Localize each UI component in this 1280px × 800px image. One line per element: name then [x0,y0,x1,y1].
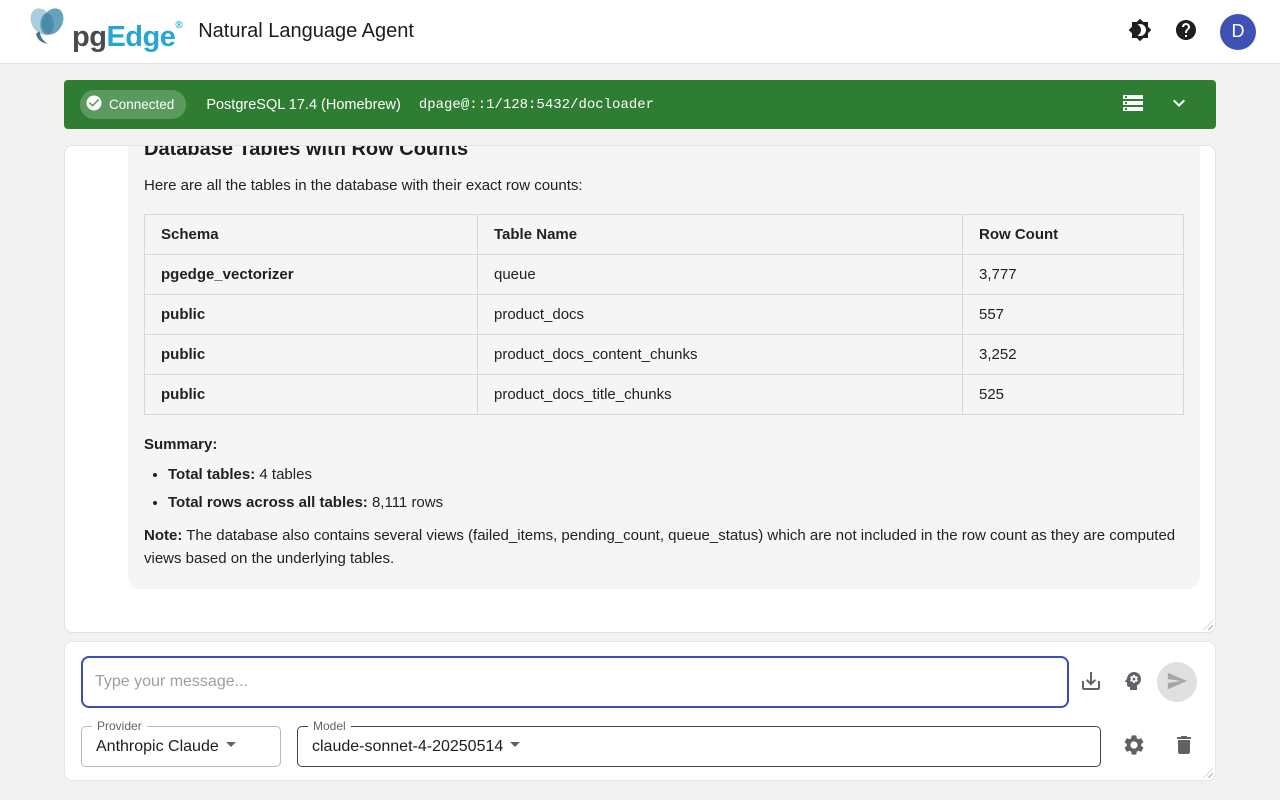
connection-bar[interactable]: Connected PostgreSQL 17.4 (Homebrew) dpa… [64,80,1216,129]
pgedge-logo: pgEdge® [24,4,182,59]
download-icon [1079,669,1103,696]
pgedge-heart-icon [24,4,72,53]
reasoning-toggle-button[interactable] [1121,669,1145,696]
psychology-icon [1121,669,1145,696]
table-row: public product_docs_content_chunks 3,252 [145,335,1184,375]
header-actions: D [1128,14,1256,50]
composer-input-row [81,656,1199,708]
connection-expand-button[interactable] [1167,91,1191,118]
composer-panel: Provider Anthropic Claude Model claude-s… [64,641,1216,781]
theme-toggle-button[interactable] [1128,18,1152,45]
user-avatar[interactable]: D [1220,14,1256,50]
logo-text: pgEdge® [72,4,182,59]
status-badge: Connected [80,90,186,119]
model-select-label: Model [308,719,351,733]
summary-heading: Summary: [144,436,1184,453]
chevron-down-icon [1167,91,1191,118]
status-badge-label: Connected [109,97,174,112]
server-version-label: PostgreSQL 17.4 (Homebrew) [206,97,401,113]
settings-button[interactable] [1122,733,1146,760]
database-info-button[interactable] [1121,91,1145,118]
app-header: pgEdge® Natural Language Agent D [0,0,1280,64]
list-item: Total rows across all tables: 8,111 rows [168,494,1184,511]
help-button[interactable] [1174,18,1198,45]
dropdown-arrow-icon [219,732,243,761]
check-circle-icon [85,94,103,115]
storage-icon [1121,91,1145,118]
message-intro: Here are all the tables in the database … [144,177,1184,194]
message-note: Note: The database also contains several… [144,524,1184,571]
model-select-value: claude-sonnet-4-20250514 [312,738,503,756]
column-header-row-count: Row Count [963,215,1184,255]
model-select[interactable]: Model claude-sonnet-4-20250514 [297,726,1101,767]
summary-list: Total tables: 4 tables Total rows across… [144,466,1184,511]
clear-chat-button[interactable] [1172,733,1196,760]
delete-icon [1172,733,1196,760]
table-row: pgedge_vectorizer queue 3,777 [145,255,1184,295]
help-icon [1174,18,1198,45]
chat-history-panel[interactable]: Database Tables with Row Counts Here are… [64,145,1216,633]
page-title: Natural Language Agent [198,20,414,43]
column-header-table-name: Table Name [478,215,963,255]
provider-select-value: Anthropic Claude [96,738,219,756]
brightness-icon [1128,18,1152,45]
provider-select-label: Provider [92,719,147,733]
table-row: public product_docs_title_chunks 525 [145,375,1184,415]
send-button[interactable] [1157,662,1197,702]
table-row: public product_docs 557 [145,295,1184,335]
row-counts-table: Schema Table Name Row Count pgedge_vecto… [144,214,1184,415]
connection-string: dpage@::1/128:5432/docloader [419,97,654,113]
download-chat-button[interactable] [1079,669,1103,696]
settings-icon [1122,733,1146,760]
connection-bar-actions [1121,91,1191,118]
composer-settings-row: Provider Anthropic Claude Model claude-s… [81,726,1199,767]
provider-select[interactable]: Provider Anthropic Claude [81,726,281,767]
assistant-message: Database Tables with Row Counts Here are… [128,145,1200,589]
message-heading: Database Tables with Row Counts [144,145,1184,161]
list-item: Total tables: 4 tables [168,466,1184,483]
send-icon [1166,670,1188,695]
dropdown-arrow-icon [503,732,527,761]
table-header-row: Schema Table Name Row Count [145,215,1184,255]
message-input[interactable] [81,656,1069,708]
column-header-schema: Schema [145,215,478,255]
